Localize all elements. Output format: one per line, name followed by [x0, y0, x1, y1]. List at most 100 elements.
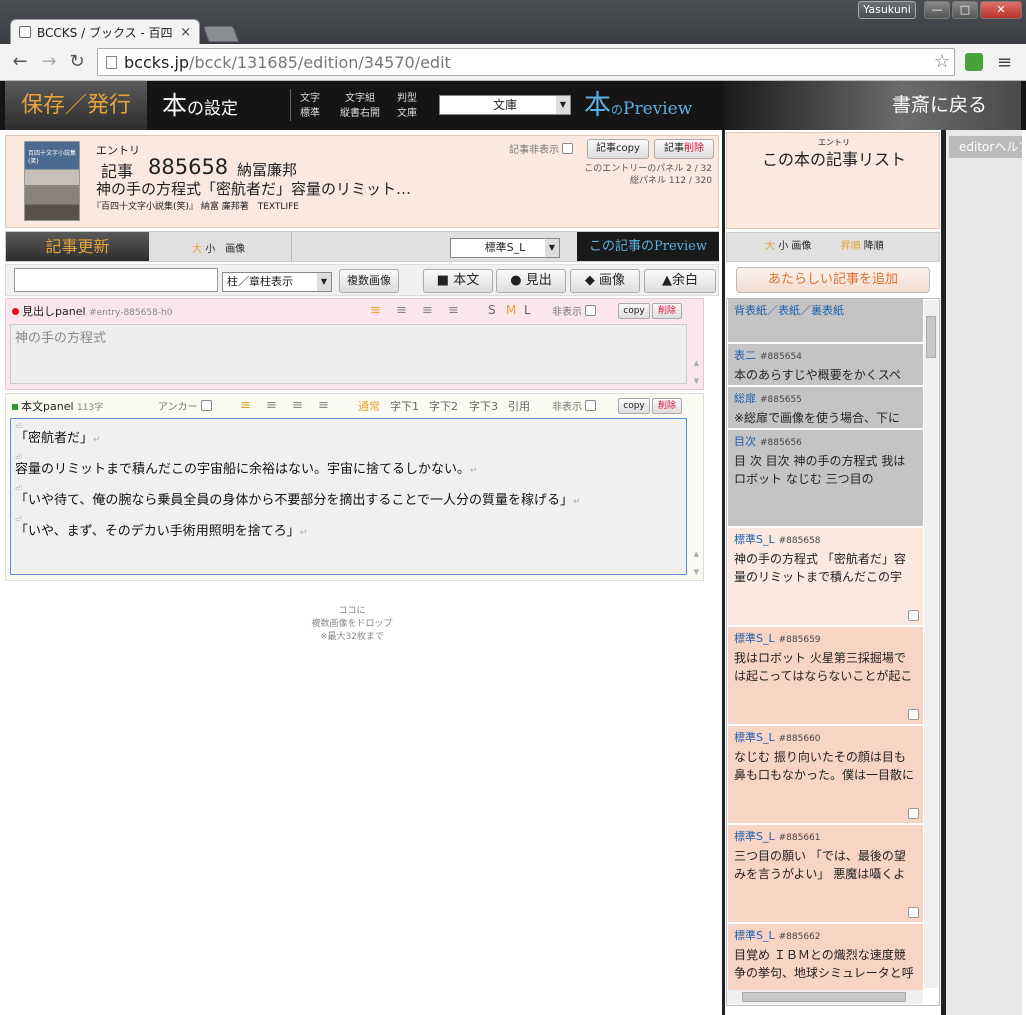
- quote-mode[interactable]: 引用: [508, 398, 530, 414]
- panel-delete-button[interactable]: 削除: [652, 398, 682, 414]
- align-left-icon[interactable]: ≡: [396, 304, 407, 317]
- article-preview-button[interactable]: この記事のPreview: [577, 232, 719, 261]
- checkbox[interactable]: [908, 610, 919, 621]
- panel-delete-button[interactable]: 削除: [652, 303, 682, 319]
- list-size-small[interactable]: 小: [778, 241, 788, 252]
- scroll-thumb[interactable]: [742, 992, 906, 1002]
- address-bar[interactable]: bccks.jp/bcck/131685/edition/34570/edit …: [97, 48, 955, 76]
- setting-typesetting[interactable]: 文字組 縦書右開: [340, 91, 380, 121]
- scroll-down-icon[interactable]: ▼: [694, 568, 699, 576]
- size-l[interactable]: L: [524, 303, 531, 317]
- list-item-current[interactable]: 標準S_L #885658 神の手の方程式 「密航者だ」容量のリミットまで積んだこ…: [728, 528, 923, 626]
- menu-icon[interactable]: ≡: [997, 52, 1012, 73]
- add-margin-button[interactable]: ▲余白: [644, 269, 716, 293]
- add-heading-button[interactable]: ● 見出: [496, 269, 566, 293]
- user-profile-badge[interactable]: Yasukuni: [858, 1, 916, 19]
- panel-copy-button[interactable]: copy: [618, 303, 650, 319]
- size-s[interactable]: S: [488, 303, 496, 317]
- browser-tab[interactable]: BCCKS / ブックス - 百四 ×: [10, 19, 200, 44]
- extension-icon[interactable]: [965, 53, 983, 71]
- align-right-icon[interactable]: ≡: [318, 399, 329, 412]
- forward-icon[interactable]: →: [38, 51, 60, 73]
- scroll-thumb[interactable]: [926, 316, 936, 358]
- scroll-up-icon[interactable]: ▲: [694, 550, 699, 558]
- article-delete-button[interactable]: 記事削除: [654, 139, 714, 159]
- article-update-button[interactable]: 記事更新: [6, 232, 149, 261]
- back-to-library-button[interactable]: 書斎に戻る: [724, 81, 1021, 130]
- close-tab-icon[interactable]: ×: [180, 25, 191, 40]
- book-settings-button[interactable]: 本の設定: [162, 81, 282, 130]
- image-drop-zone[interactable]: ココに 複数画像をドロップ ※最大32枚まで: [280, 605, 424, 644]
- list-vertical-scrollbar[interactable]: [924, 300, 938, 988]
- scroll-down-icon[interactable]: ▼: [694, 377, 699, 385]
- align-center-icon[interactable]: ≡: [422, 304, 433, 317]
- list-item[interactable]: 目次 #885656 目 次 目次 神の手の方程式 我はロボット なじむ 三つ目の: [728, 430, 923, 527]
- heading-textarea[interactable]: 神の手の方程式: [10, 324, 687, 384]
- sort-desc[interactable]: 降順: [864, 241, 884, 252]
- indent-3[interactable]: 字下3: [469, 398, 498, 414]
- checkbox[interactable]: [585, 400, 597, 411]
- list-size-large[interactable]: 大: [765, 241, 775, 252]
- setting-font[interactable]: 文字 標準: [300, 91, 320, 121]
- list-size-image[interactable]: 画像: [791, 241, 811, 252]
- list-item[interactable]: 標準S_L #885659 我はロボット 火星第三採掘場では起こってはならないこと…: [728, 627, 923, 725]
- bookmark-star-icon[interactable]: ☆: [934, 51, 950, 72]
- new-tab-button[interactable]: [203, 26, 239, 42]
- align-justify-icon[interactable]: ≡: [240, 399, 251, 412]
- reload-icon[interactable]: ↻: [66, 51, 88, 73]
- align-right-icon[interactable]: ≡: [448, 304, 459, 317]
- list-item[interactable]: 背表紙／表紙／裏表紙: [728, 299, 923, 343]
- panel-copy-button[interactable]: copy: [618, 398, 650, 414]
- list-item[interactable]: 表二 #885654 本のあらすじや概要をかくスペ: [728, 344, 923, 386]
- list-item[interactable]: 標準S_L #885661 三つ目の願い 「では、最後の望みを言うがよい」 悪魔は…: [728, 825, 923, 923]
- anchor-toggle[interactable]: アンカー: [158, 398, 212, 413]
- heading-panel-label: 見出しpanel #entry-885658-h0: [12, 303, 173, 319]
- maximize-button[interactable]: □: [952, 1, 978, 19]
- add-article-button[interactable]: あたらしい記事を追加: [736, 267, 930, 293]
- checkbox[interactable]: [585, 305, 597, 316]
- article-hide-toggle[interactable]: 記事非表示: [509, 141, 574, 156]
- body-textarea[interactable]: ⏎ 「密航者だ」↵ ⏎ 容量のリミットまで積んだこの宇宙船に余裕はない。宇宙に捨…: [10, 418, 687, 575]
- entry-number: 885658: [148, 155, 229, 179]
- search-input[interactable]: [14, 268, 218, 292]
- add-body-button[interactable]: ■ 本文: [423, 269, 493, 293]
- book-preview-button[interactable]: 本のPreview: [584, 81, 724, 130]
- entry-book-line: 『百四十文字小説集(笑)』 納富 廉邦著 TEXTLIFE: [92, 202, 299, 212]
- checkbox[interactable]: [908, 808, 919, 819]
- paragraph-mark: ⏎: [15, 484, 22, 493]
- list-item[interactable]: 標準S_L #885662 目覚め ＩＢＭとの熾烈な速度競争の挙句、地球シミュレー…: [728, 924, 923, 994]
- article-list: 背表紙／表紙／裏表紙 表二 #885654 本のあらすじや概要をかくスペ 総扉 #8…: [726, 298, 940, 1006]
- pane-divider[interactable]: [722, 130, 725, 1015]
- add-image-button[interactable]: ◆ 画像: [570, 269, 640, 293]
- align-justify-icon[interactable]: ≡: [370, 304, 381, 317]
- pillar-select[interactable]: 柱／章柱表示 ▼: [222, 272, 332, 292]
- close-window-button[interactable]: ✕: [980, 1, 1022, 19]
- minimize-button[interactable]: —: [924, 1, 950, 19]
- format-select[interactable]: 文庫 ▼: [439, 95, 571, 115]
- multi-image-button[interactable]: 複数画像: [339, 269, 399, 293]
- panel-hide-toggle[interactable]: 非表示: [552, 398, 597, 413]
- checkbox[interactable]: [562, 143, 574, 154]
- size-m[interactable]: M: [506, 303, 516, 317]
- article-style-select[interactable]: 標準S_L ▼: [450, 238, 560, 258]
- checkbox[interactable]: [200, 400, 212, 411]
- checkbox[interactable]: [908, 907, 919, 918]
- checkbox[interactable]: [908, 709, 919, 720]
- scroll-up-icon[interactable]: ▲: [694, 359, 699, 367]
- list-item[interactable]: 標準S_L #885660 なじむ 振り向いたその顔は目も鼻も口もなかった。僕は一…: [728, 726, 923, 824]
- setting-format[interactable]: 判型 文庫: [397, 91, 417, 121]
- indent-1[interactable]: 字下1: [390, 398, 419, 414]
- indent-normal[interactable]: 通常: [358, 398, 380, 414]
- size-toggle[interactable]: 大 小 画像: [192, 240, 245, 255]
- chevron-down-icon: ▼: [545, 239, 559, 257]
- article-copy-button[interactable]: 記事copy: [587, 139, 649, 159]
- sort-asc[interactable]: 昇順: [841, 241, 861, 252]
- back-icon[interactable]: ←: [9, 51, 31, 73]
- indent-2[interactable]: 字下2: [429, 398, 458, 414]
- align-left-icon[interactable]: ≡: [266, 399, 277, 412]
- align-center-icon[interactable]: ≡: [292, 399, 303, 412]
- save-publish-button[interactable]: 保存／発行: [5, 81, 147, 130]
- editor-help-tab[interactable]: editorヘルプ: [949, 136, 1022, 158]
- list-item[interactable]: 総扉 #885655 ※総扉で画像を使う場合、下に: [728, 387, 923, 429]
- panel-hide-toggle[interactable]: 非表示: [552, 303, 597, 318]
